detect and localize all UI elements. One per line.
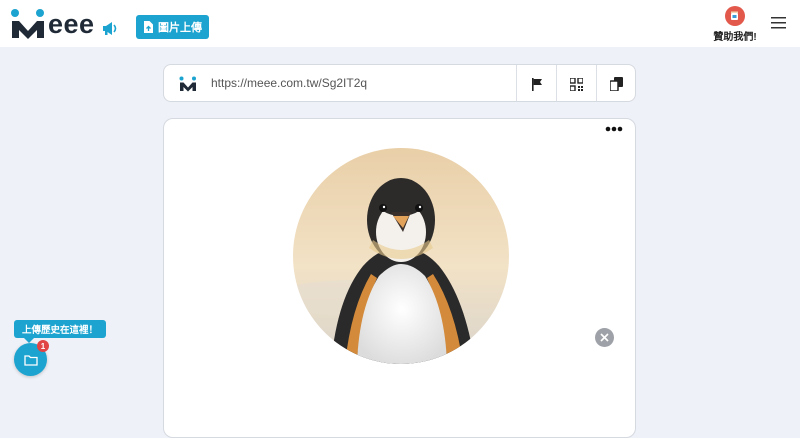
uploaded-penguin-image[interactable] [293,148,509,364]
more-options-icon[interactable] [605,126,623,132]
sponsor-label: 贊助我們! [713,32,757,43]
close-icon [600,333,609,342]
coffee-cup-icon [725,6,745,26]
meee-logo[interactable]: eee [10,7,95,41]
meee-mini-logo-icon [179,76,196,92]
close-button[interactable] [595,328,614,347]
logo-text: eee [48,8,95,39]
upload-image-button[interactable]: 圖片上傳 [136,15,209,39]
image-card [163,118,636,438]
file-upload-icon [144,21,153,33]
upload-button-label: 圖片上傳 [158,22,202,34]
qr-code-button[interactable] [557,65,596,101]
sponsor-link[interactable]: 贊助我們! [712,6,758,43]
flag-icon [531,77,542,91]
folder-icon [23,354,38,366]
short-url-bar: https://meee.com.tw/Sg2IT2q [163,64,636,102]
copy-icon [610,77,623,91]
hamburger-menu-icon[interactable] [771,16,786,29]
short-url-text[interactable]: https://meee.com.tw/Sg2IT2q [211,76,367,90]
history-tooltip: 上傳歷史在這裡！ [14,320,107,343]
report-flag-button[interactable] [517,65,556,101]
history-count-badge: 1 [37,340,49,352]
meee-logo-mark [11,9,44,39]
copy-link-button[interactable] [597,65,635,101]
qr-code-icon [570,77,583,91]
top-header: eee 圖片上傳 贊助我們! [0,0,800,47]
megaphone-icon[interactable] [101,20,119,36]
